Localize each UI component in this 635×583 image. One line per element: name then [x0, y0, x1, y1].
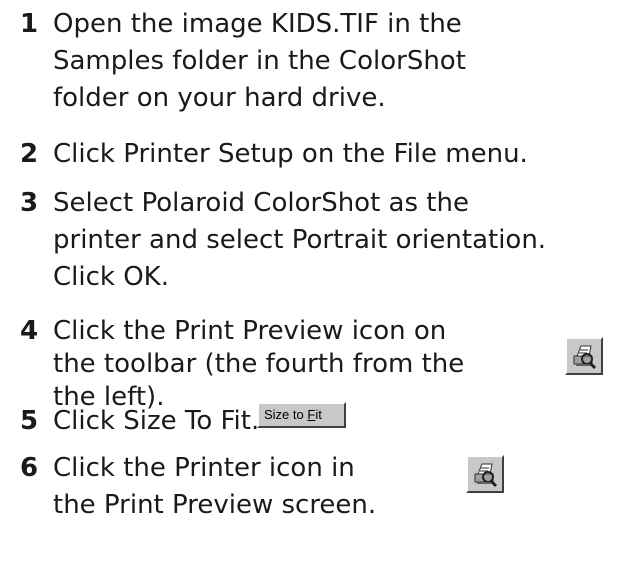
step-number: 4 — [20, 316, 39, 346]
step-text-line: the toolbar (the fourth from the — [53, 349, 465, 379]
step-text-line: Click OK. — [53, 262, 169, 292]
step-number: 5 — [20, 406, 39, 436]
step-text-line: Select Polaroid ColorShot as the — [53, 188, 469, 218]
step-text-line: Click Size To Fit. — [53, 406, 260, 436]
instruction-page: 1 Open the image KIDS.TIF in the Samples… — [0, 0, 635, 583]
step-number: 3 — [20, 188, 39, 218]
printer-button[interactable] — [466, 455, 504, 493]
size-to-fit-label-end: it — [315, 407, 322, 422]
step-text-line: Click the Printer icon in — [53, 453, 355, 483]
step-number: 2 — [20, 139, 39, 169]
step-number: 1 — [20, 9, 39, 39]
print-preview-button[interactable] — [565, 337, 603, 375]
step-number: 6 — [20, 453, 39, 483]
step-text-line: printer and select Portrait orientation. — [53, 225, 547, 255]
size-to-fit-button[interactable]: Size to Fit — [257, 402, 346, 428]
step-text-line: Click Printer Setup on the File menu. — [53, 139, 528, 169]
step-text-line: folder on your hard drive. — [53, 83, 386, 113]
step-text-line: Click the Print Preview icon on — [53, 316, 447, 346]
step-text-line: the Print Preview screen. — [53, 490, 377, 520]
step-text-line: Samples folder in the ColorShot — [53, 46, 466, 76]
size-to-fit-label: Size to — [264, 407, 308, 422]
step-text-line: Open the image KIDS.TIF in the — [53, 9, 462, 39]
